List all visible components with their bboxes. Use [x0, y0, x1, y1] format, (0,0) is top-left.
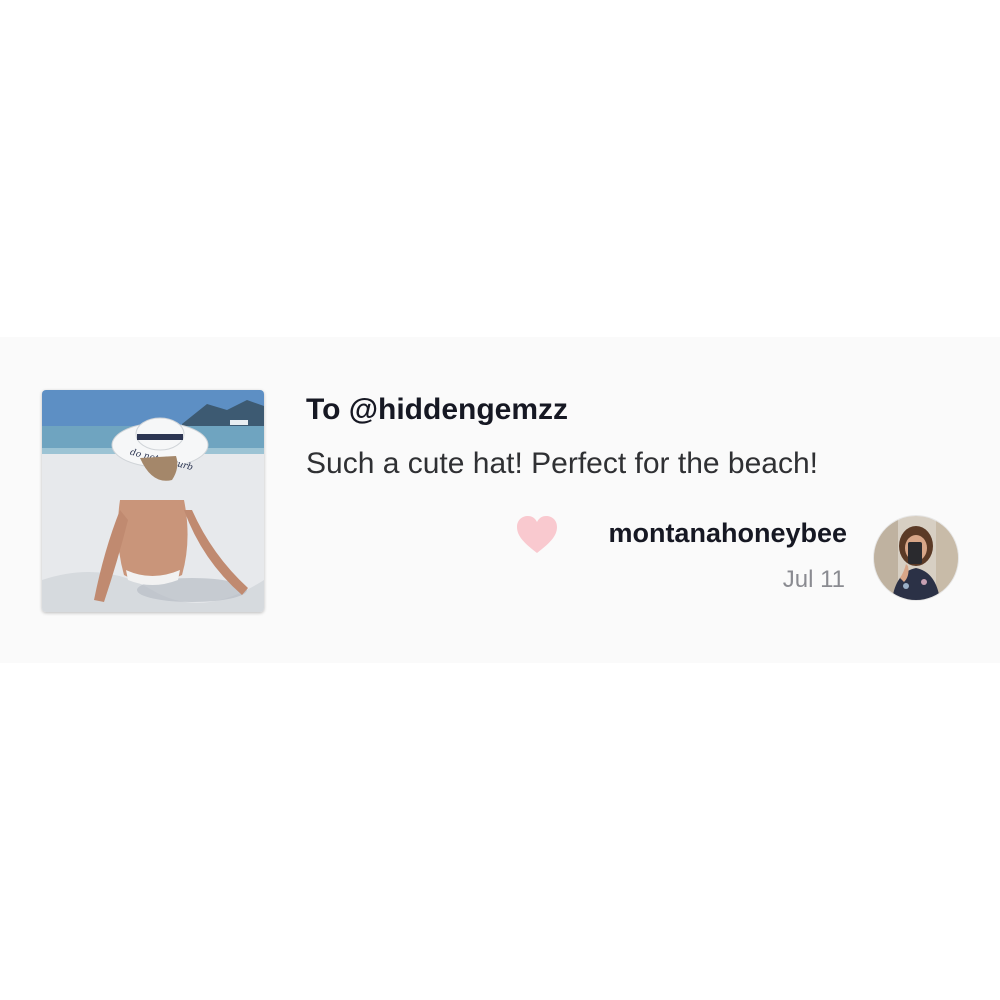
timestamp: Jul 11 — [782, 566, 845, 593]
comment-notification-card[interactable]: do not disturb To @hiddengemzz Such a cu… — [0, 337, 1000, 663]
liker-username[interactable]: montanahoneybee — [608, 518, 847, 549]
recipient-label[interactable]: To @hiddengemzz — [306, 393, 568, 427]
comment-text: Such a cute hat! Perfect for the beach! — [306, 447, 818, 480]
avatar[interactable] — [874, 516, 958, 600]
video-thumbnail[interactable]: do not disturb — [42, 390, 264, 612]
heart-icon[interactable] — [516, 515, 558, 555]
